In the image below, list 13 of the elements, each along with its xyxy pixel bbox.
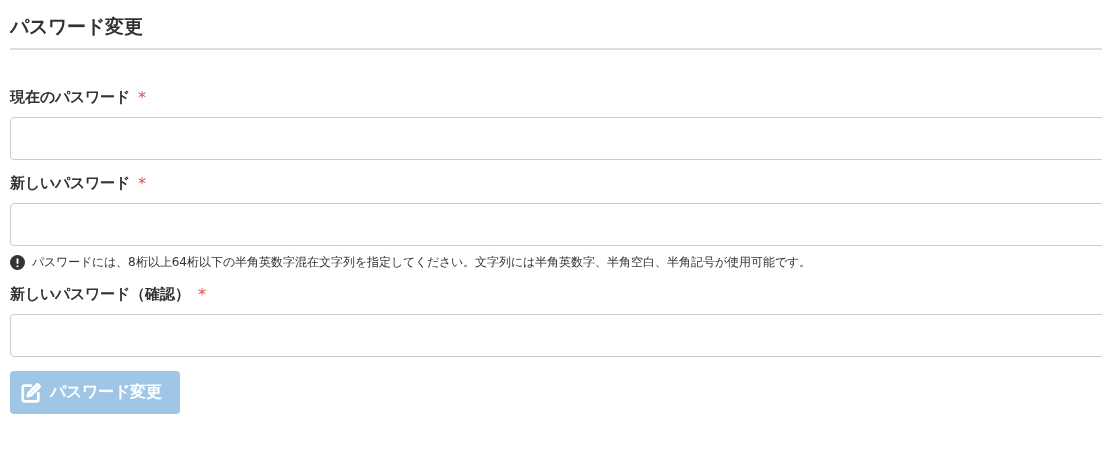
password-field[interactable]: [10, 117, 1102, 160]
field-label: 新しいパスワード: [10, 174, 130, 193]
edit-icon: [20, 381, 42, 404]
field-label: 現在のパスワード: [10, 88, 130, 107]
required-mark: *: [198, 285, 206, 304]
page-title: パスワード変更: [10, 14, 143, 39]
required-mark: *: [138, 88, 146, 107]
help-text: パスワードには、8桁以上64桁以下の半角英数字混在文字列を指定してください。文字列には半角英数字、半角空白、半角記号が使用可能です。: [32, 254, 811, 271]
password-field[interactable]: [10, 314, 1102, 357]
password-field[interactable]: [10, 203, 1102, 246]
exclamation-icon: [10, 255, 25, 270]
field-label: 新しいパスワード（確認）: [10, 285, 190, 304]
required-mark: *: [138, 174, 146, 193]
